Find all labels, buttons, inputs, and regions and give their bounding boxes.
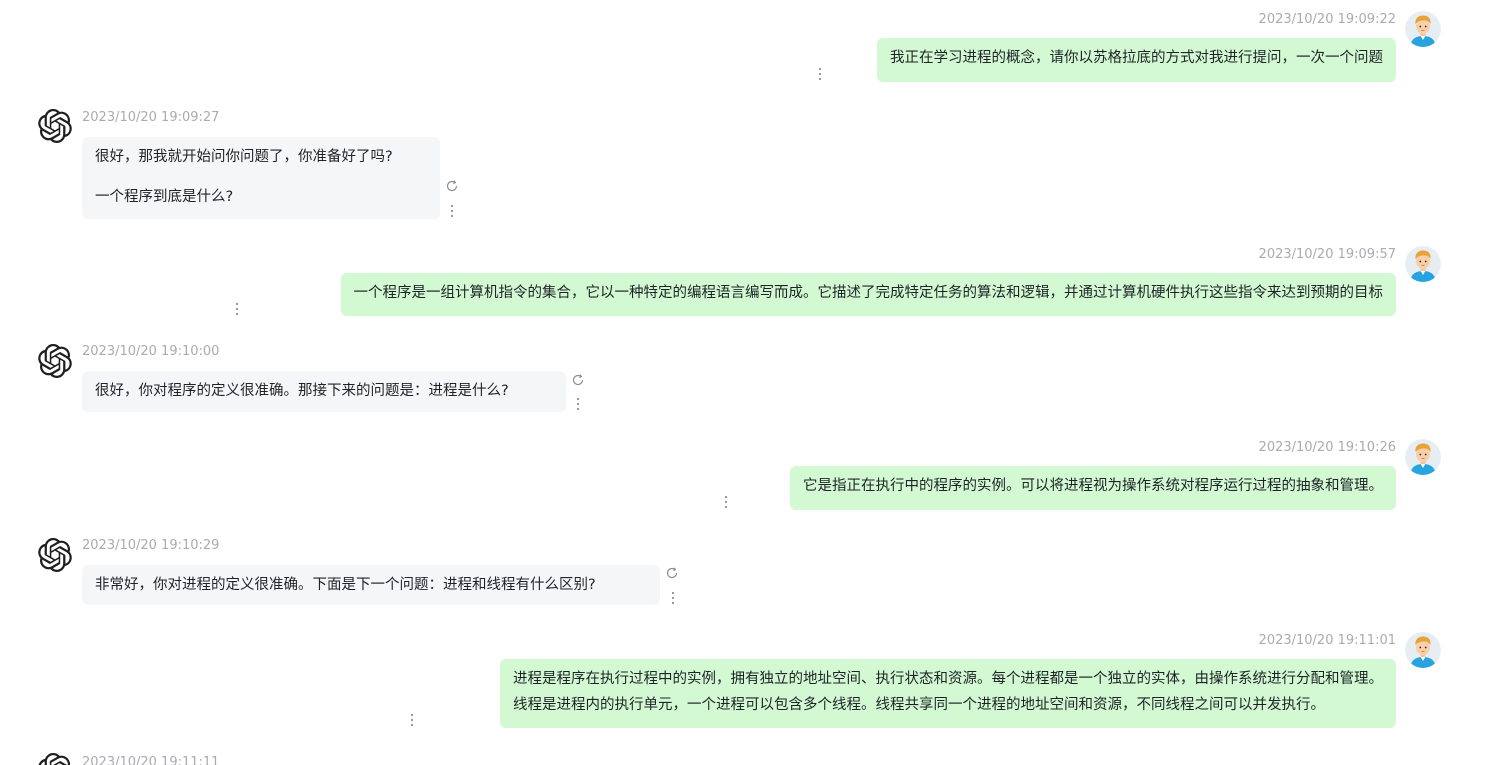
message-text: 我正在学习进程的概念，请你以苏格拉底的方式对我进行提问，一次一个问题 bbox=[890, 50, 1383, 66]
regenerate-icon[interactable] bbox=[665, 566, 679, 580]
assistant-avatar bbox=[38, 344, 72, 378]
user-message-bubble: 它是指正在执行中的程序的实例。可以将进程视为操作系统对程序运行过程的抽象和管理。 bbox=[790, 466, 1396, 510]
assistant-avatar bbox=[38, 109, 72, 143]
user-avatar bbox=[1405, 439, 1441, 475]
more-options-icon[interactable] bbox=[409, 713, 415, 727]
more-options-icon[interactable] bbox=[670, 591, 676, 605]
more-options-icon[interactable] bbox=[575, 397, 581, 411]
message-text: 一个程序是一组计算机指令的集合，它以一种特定的编程语言编写而成。它描述了完成特定… bbox=[353, 285, 1384, 301]
user-avatar-icon bbox=[1405, 11, 1441, 47]
message-timestamp: 2023/10/20 19:10:26 bbox=[1258, 440, 1396, 455]
user-avatar bbox=[1405, 632, 1441, 668]
more-options-icon[interactable] bbox=[817, 67, 823, 81]
chat-page: 2023/10/20 19:09:22 我正在学习进程的概念，请你以苏格拉底的方… bbox=[0, 0, 1496, 765]
user-message-bubble: 一个程序是一组计算机指令的集合，它以一种特定的编程语言编写而成。它描述了完成特定… bbox=[340, 273, 1396, 316]
user-avatar-icon bbox=[1405, 246, 1441, 282]
openai-logo-icon bbox=[38, 538, 72, 572]
assistant-message-bubble: 很好，你对程序的定义很准确。那接下来的问题是：进程是什么? bbox=[82, 371, 566, 412]
openai-logo-icon bbox=[38, 109, 72, 143]
message-timestamp: 2023/10/20 19:11:11 bbox=[82, 755, 220, 765]
more-options-icon[interactable] bbox=[449, 204, 455, 218]
assistant-avatar bbox=[38, 753, 72, 765]
message-text-line: 一个程序到底是什么? bbox=[95, 189, 234, 205]
assistant-message-bubble: 非常好，你对进程的定义很准确。下面是下一个问题：进程和线程有什么区别? bbox=[82, 565, 660, 605]
assistant-avatar bbox=[38, 538, 72, 572]
message-timestamp: 2023/10/20 19:09:57 bbox=[1258, 247, 1396, 262]
more-options-icon[interactable] bbox=[234, 302, 240, 316]
message-text-line: 很好，那我就开始问你问题了，你准备好了吗? bbox=[95, 149, 393, 165]
message-text: 很好，你对程序的定义很准确。那接下来的问题是：进程是什么? bbox=[95, 383, 509, 399]
user-avatar bbox=[1405, 246, 1441, 282]
message-timestamp: 2023/10/20 19:09:27 bbox=[82, 110, 220, 125]
regenerate-icon[interactable] bbox=[571, 373, 585, 387]
message-timestamp: 2023/10/20 19:10:29 bbox=[82, 538, 220, 553]
openai-logo-icon bbox=[38, 344, 72, 378]
more-options-icon[interactable] bbox=[723, 495, 729, 509]
openai-logo-icon bbox=[38, 753, 72, 765]
message-timestamp: 2023/10/20 19:09:22 bbox=[1258, 12, 1396, 27]
message-text: 非常好，你对进程的定义很准确。下面是下一个问题：进程和线程有什么区别? bbox=[95, 577, 596, 593]
message-text: 它是指正在执行中的程序的实例。可以将进程视为操作系统对程序运行过程的抽象和管理。 bbox=[803, 478, 1383, 494]
regenerate-icon[interactable] bbox=[445, 179, 459, 193]
user-avatar bbox=[1405, 11, 1441, 47]
user-message-bubble: 进程是程序在执行过程中的实例，拥有独立的地址空间、执行状态和资源。每个进程都是一… bbox=[500, 659, 1396, 728]
message-text-line: 进程是程序在执行过程中的实例，拥有独立的地址空间、执行状态和资源。每个进程都是一… bbox=[513, 671, 1383, 687]
user-message-bubble: 我正在学习进程的概念，请你以苏格拉底的方式对我进行提问，一次一个问题 bbox=[877, 38, 1396, 82]
message-text-line: 线程是进程内的执行单元，一个进程可以包含多个线程。线程共享同一个进程的地址空间和… bbox=[513, 697, 1325, 713]
user-avatar-icon bbox=[1405, 632, 1441, 668]
message-timestamp: 2023/10/20 19:10:00 bbox=[82, 344, 220, 359]
assistant-message-bubble: 很好，那我就开始问你问题了，你准备好了吗? 一个程序到底是什么? bbox=[82, 137, 440, 219]
message-timestamp: 2023/10/20 19:11:01 bbox=[1258, 633, 1396, 648]
user-avatar-icon bbox=[1405, 439, 1441, 475]
